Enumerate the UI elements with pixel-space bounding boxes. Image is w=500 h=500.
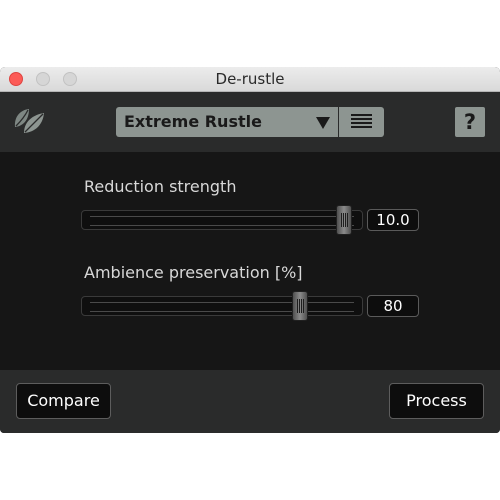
preset-list-button[interactable] <box>339 107 384 137</box>
reduction-strength-handle[interactable] <box>336 205 353 235</box>
chevron-down-icon <box>316 117 330 129</box>
leaf-icon <box>14 109 44 133</box>
ambience-preservation-label: Ambience preservation [%] <box>84 263 303 282</box>
ambience-preservation-slider[interactable] <box>81 291 363 321</box>
slider-groove <box>90 302 354 312</box>
help-button[interactable]: ? <box>455 107 485 137</box>
ambience-preservation-handle[interactable] <box>292 291 309 321</box>
window-title: De-rustle <box>215 70 285 88</box>
process-button[interactable]: Process <box>389 383 484 419</box>
reduction-strength-value[interactable]: 10.0 <box>367 209 419 231</box>
preset-selected-label: Extreme Rustle <box>124 112 262 131</box>
slider-groove <box>90 216 354 226</box>
ambience-preservation-value[interactable]: 80 <box>367 295 419 317</box>
compare-button[interactable]: Compare <box>16 383 111 419</box>
footer-bar: Compare Process <box>0 370 500 433</box>
reduction-strength-label: Reduction strength <box>84 177 237 196</box>
plugin-window: De-rustle Extreme Rustle ? Reduction str… <box>0 67 500 433</box>
preset-dropdown[interactable]: Extreme Rustle <box>116 107 338 137</box>
reduction-strength-slider[interactable] <box>81 205 363 235</box>
title-bar: De-rustle <box>0 67 500 92</box>
header-toolbar: Extreme Rustle ? <box>0 92 500 152</box>
